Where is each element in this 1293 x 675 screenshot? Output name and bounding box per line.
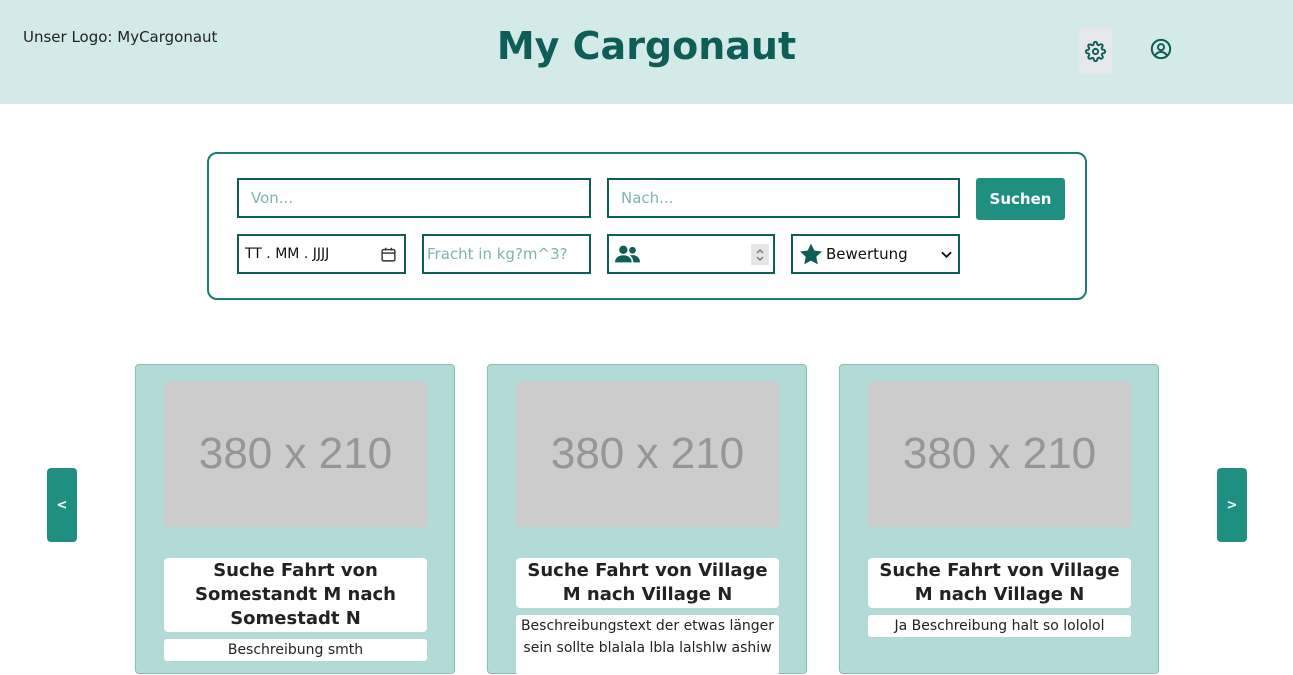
card-title: Suche Fahrt von Village M nach Village N — [516, 558, 779, 608]
users-icon — [615, 245, 640, 263]
spinner-arrows-icon — [756, 248, 764, 261]
card-image-placeholder: 380 x 210 — [164, 381, 427, 527]
card-title: Suche Fahrt von Village M nach Village N — [868, 558, 1131, 608]
card-image-placeholder: 380 x 210 — [516, 381, 779, 527]
to-placeholder: Nach... — [621, 189, 674, 207]
card-title: Suche Fahrt von Somestandt M nach Somest… — [164, 558, 427, 632]
date-placeholder: TT . MM . JJJJ — [245, 246, 330, 262]
settings-button[interactable] — [1079, 28, 1112, 74]
ride-card[interactable]: 380 x 210 Suche Fahrt von Village M nach… — [487, 364, 807, 675]
gear-icon — [1085, 40, 1106, 62]
rating-selected: Bewertung — [826, 245, 908, 263]
date-input[interactable]: TT . MM . JJJJ — [237, 234, 406, 274]
card-description: Beschreibungstext der etwas länger sein … — [516, 615, 779, 675]
search-button[interactable]: Suchen — [976, 178, 1065, 220]
number-spinner[interactable] — [751, 244, 769, 265]
card-description: Beschreibung smth — [164, 639, 427, 661]
search-panel — [207, 152, 1087, 300]
carousel-next-button[interactable]: > — [1217, 468, 1247, 542]
calendar-icon[interactable] — [380, 246, 397, 263]
from-placeholder: Von... — [251, 189, 294, 207]
star-icon — [800, 243, 822, 264]
chevron-down-icon — [941, 251, 952, 259]
to-input[interactable]: Nach... — [607, 178, 960, 218]
freight-placeholder: Fracht in kg?m^3? — [427, 245, 568, 263]
ride-card[interactable]: 380 x 210 Suche Fahrt von Village M nach… — [839, 364, 1159, 674]
site-header: Unser Logo: MyCargonaut My Cargonaut — [0, 0, 1293, 104]
persons-input[interactable] — [607, 234, 775, 274]
ride-card[interactable]: 380 x 210 Suche Fahrt von Somestandt M n… — [135, 364, 455, 674]
card-description: Ja Beschreibung halt so lololol — [868, 615, 1131, 637]
freight-input[interactable]: Fracht in kg?m^3? — [422, 234, 591, 274]
rating-select[interactable]: Bewertung — [791, 234, 960, 274]
user-circle-icon — [1150, 38, 1172, 60]
carousel-prev-button[interactable]: < — [47, 468, 77, 542]
from-input[interactable]: Von... — [237, 178, 591, 218]
card-image-placeholder: 380 x 210 — [868, 381, 1131, 527]
account-button[interactable] — [1146, 34, 1176, 64]
